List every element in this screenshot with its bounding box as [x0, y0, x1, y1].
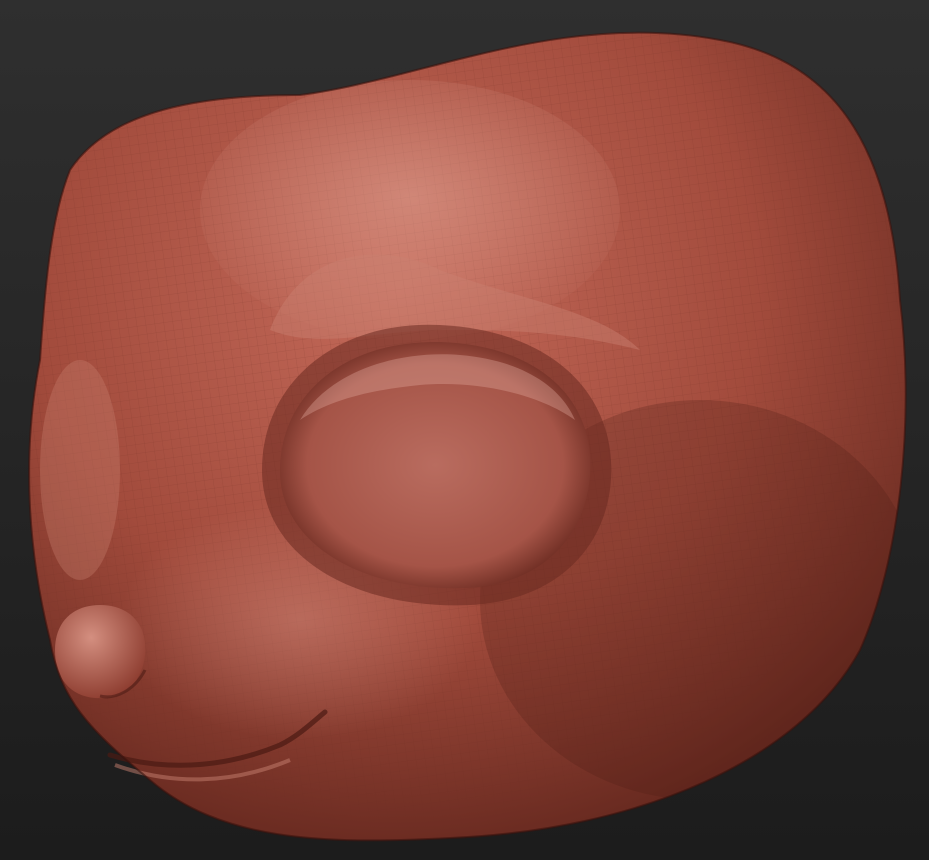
nose[interactable]: [55, 605, 146, 699]
viewport[interactable]: [0, 0, 929, 860]
sculpt-canvas[interactable]: [0, 0, 929, 860]
head-model[interactable]: [0, 0, 929, 860]
far-eye-region: [40, 360, 120, 580]
